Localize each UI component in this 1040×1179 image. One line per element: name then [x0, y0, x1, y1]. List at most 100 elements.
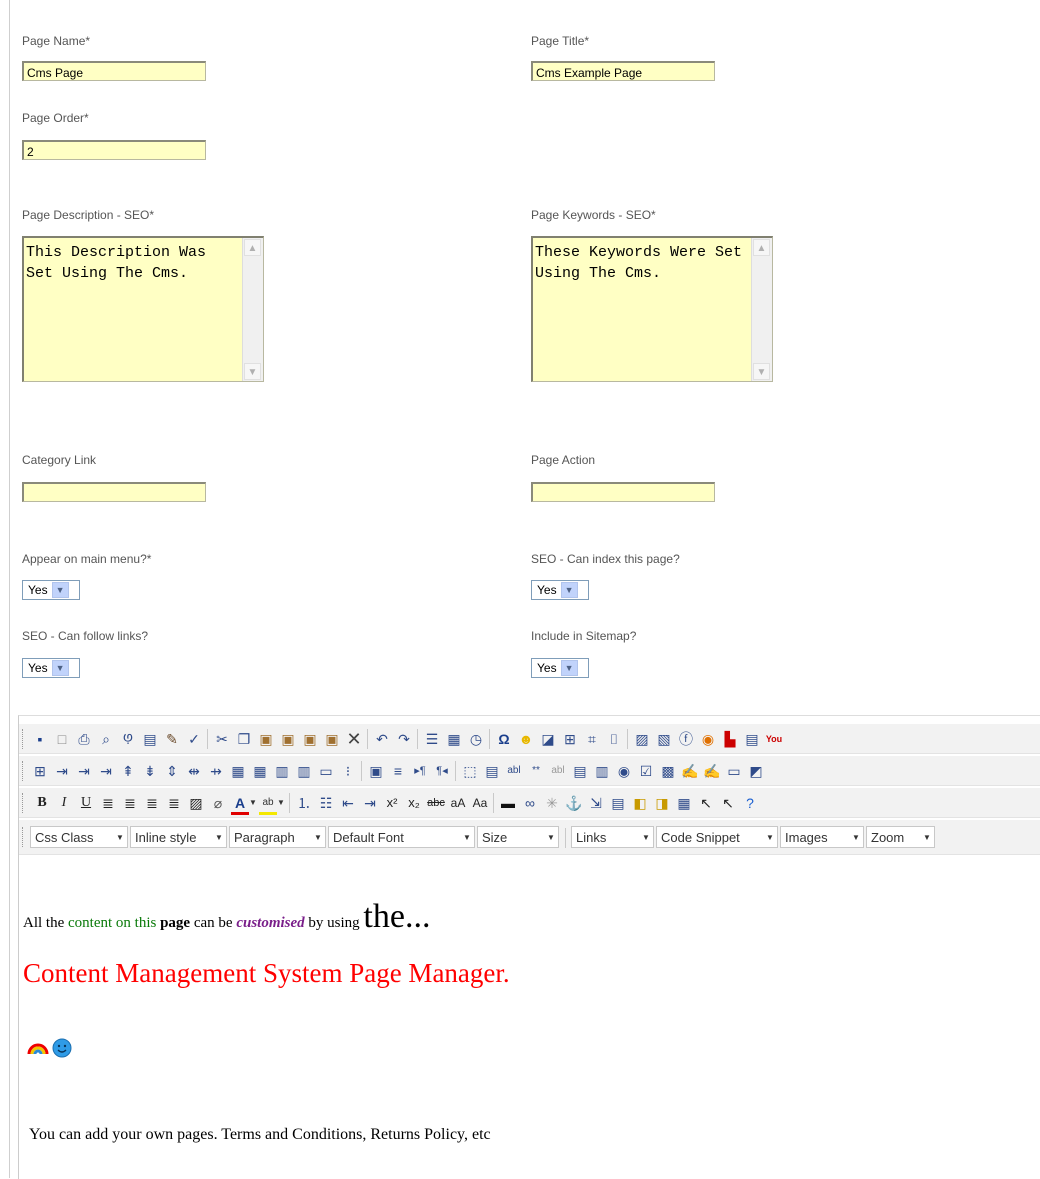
cell-props-icon[interactable]: ▥	[273, 762, 291, 780]
seo-follow-select[interactable]: Yes ▼	[22, 658, 80, 678]
page-order-input[interactable]: 2	[22, 140, 206, 160]
image-icon[interactable]: ▨	[633, 730, 651, 748]
indent-icon[interactable]: ⇥	[361, 794, 379, 812]
cut-icon[interactable]: ✂	[213, 730, 231, 748]
links-dropdown[interactable]: Links ▼	[571, 826, 654, 848]
chevron-down-icon[interactable]: ▼	[277, 794, 285, 812]
description-scrollbar[interactable]: ▲ ▼	[242, 238, 263, 381]
bring-forward-icon[interactable]: ◧	[631, 794, 649, 812]
print-preview-icon[interactable]: ⌕	[97, 730, 115, 748]
size-dropdown[interactable]: Size ▼	[477, 826, 559, 848]
edit-label-icon[interactable]: ✍	[703, 762, 721, 780]
delete-col-icon[interactable]: ⇕	[163, 762, 181, 780]
chevron-down-icon[interactable]: ▼	[51, 582, 69, 598]
hr-icon[interactable]: ▭	[317, 762, 335, 780]
send-back-icon[interactable]: ◨	[653, 794, 671, 812]
page-name-input[interactable]: Cms Page	[22, 61, 206, 81]
insert-row-after-icon[interactable]: ⇥	[75, 762, 93, 780]
undo-icon[interactable]: ↶	[373, 730, 391, 748]
password-icon[interactable]: **	[527, 762, 545, 780]
list-box-icon[interactable]: ▤	[571, 762, 589, 780]
outdent-icon[interactable]: ⇤	[339, 794, 357, 812]
superscript-icon[interactable]: x²	[383, 794, 401, 812]
find-icon[interactable]: ꚩ	[119, 730, 137, 748]
insert-col-before-icon[interactable]: ⇞	[119, 762, 137, 780]
css-class-dropdown[interactable]: Css Class ▼	[30, 826, 128, 848]
pdf-icon[interactable]: ▙	[721, 730, 739, 748]
dropdown-field-icon[interactable]: ▥	[593, 762, 611, 780]
textarea-field-icon[interactable]: ▤	[483, 762, 501, 780]
paragraph-icon[interactable]: ≡	[389, 762, 407, 780]
page-description-textarea[interactable]: This Description Was Set Using The Cms. …	[22, 236, 264, 382]
insert-row-before-icon[interactable]: ⇥	[53, 762, 71, 780]
uppercase-icon[interactable]: aA	[449, 794, 467, 812]
chevron-down-icon[interactable]: ▼	[249, 794, 257, 812]
chevron-down-icon[interactable]: ▼	[51, 660, 69, 676]
split-cells-icon[interactable]: ⇹	[185, 762, 203, 780]
keywords-scrollbar[interactable]: ▲ ▼	[751, 238, 772, 381]
spellcheck-icon[interactable]: ✓	[185, 730, 203, 748]
help-icon[interactable]: ?	[741, 794, 759, 812]
underline-icon[interactable]: U	[77, 794, 95, 812]
image-edit-icon[interactable]: ▧	[655, 730, 673, 748]
merge-cells-icon[interactable]: ⇸	[207, 762, 225, 780]
bold-icon[interactable]: B	[33, 794, 51, 812]
replace-icon[interactable]: ▤	[141, 730, 159, 748]
form-icon[interactable]: ⬚	[461, 762, 479, 780]
flash-icon[interactable]: ⓕ	[677, 730, 695, 748]
chevron-down-icon[interactable]: ▼	[560, 582, 578, 598]
appear-on-menu-select[interactable]: Yes ▼	[22, 580, 80, 600]
media-icon[interactable]: ◉	[699, 730, 717, 748]
numbered-list-icon[interactable]: ⒈	[295, 794, 313, 812]
inline-style-dropdown[interactable]: Inline style ▼	[130, 826, 227, 848]
include-sitemap-select[interactable]: Yes ▼	[531, 658, 589, 678]
format-brush-icon[interactable]: ✎	[163, 730, 181, 748]
template-icon[interactable]: ◪	[539, 730, 557, 748]
pointer-icon[interactable]: ↖	[719, 794, 737, 812]
print-icon[interactable]: ⎙	[75, 730, 93, 748]
textbox-icon[interactable]: abl	[505, 762, 523, 780]
document-icon[interactable]: ▤	[743, 730, 761, 748]
insert-table-icon[interactable]: ⊞	[31, 762, 49, 780]
font-color-icon[interactable]: A	[231, 794, 249, 815]
editor-content-area[interactable]: All the content on this page can be cust…	[19, 858, 1040, 1178]
document-props-icon[interactable]: ▤	[609, 794, 627, 812]
grid-icon[interactable]: ▦	[675, 794, 693, 812]
strikethrough-icon[interactable]: abc	[427, 794, 445, 812]
insert-time-icon[interactable]: ◷	[467, 730, 485, 748]
copy-icon[interactable]: ❐	[235, 730, 253, 748]
category-link-input[interactable]	[22, 482, 206, 502]
hidden-field-icon[interactable]: abl	[549, 762, 567, 780]
align-right-icon[interactable]: ≣	[143, 794, 161, 812]
link-icon[interactable]: ∞	[521, 794, 539, 812]
row-props-icon[interactable]: ▦	[251, 762, 269, 780]
delete-icon[interactable]: ✕	[345, 730, 363, 748]
button-icon[interactable]: ▭	[725, 762, 743, 780]
youtube-icon[interactable]: You	[765, 730, 783, 748]
seo-index-select[interactable]: Yes ▼	[531, 580, 589, 600]
highlight-icon[interactable]: ab	[259, 794, 277, 815]
page-title-input[interactable]: Cms Example Page	[531, 61, 715, 81]
properties-icon[interactable]: ◩	[747, 762, 765, 780]
page-keywords-textarea[interactable]: These Keywords Were Set Using The Cms. ▲…	[531, 236, 773, 382]
remove-format-icon[interactable]: ▨	[187, 794, 205, 812]
checkbox-icon[interactable]: ☑	[637, 762, 655, 780]
paste-text-icon[interactable]: ▣	[279, 730, 297, 748]
scroll-down-icon[interactable]: ▼	[753, 363, 770, 380]
rtl-icon[interactable]: ¶◂	[433, 762, 451, 780]
image-button-icon[interactable]: ▩	[659, 762, 677, 780]
zoom-dropdown[interactable]: Zoom ▼	[866, 826, 935, 848]
vertical-icon[interactable]: ⁝	[339, 762, 357, 780]
scroll-up-icon[interactable]: ▲	[753, 239, 770, 256]
save-icon[interactable]: ▪	[31, 730, 49, 748]
eraser-icon[interactable]: ⌀	[209, 794, 227, 812]
paste-icon[interactable]: ▣	[257, 730, 275, 748]
scroll-down-icon[interactable]: ▼	[244, 363, 261, 380]
insert-date-icon[interactable]: ▦	[445, 730, 463, 748]
unlink-icon[interactable]: ✳	[543, 794, 561, 812]
new-document-icon[interactable]: □	[53, 730, 71, 748]
edit-icon[interactable]: ✍	[681, 762, 699, 780]
anchor-icon[interactable]: ⚓	[565, 794, 583, 812]
xyz-icon[interactable]: ⌷	[605, 730, 623, 748]
special-char-icon[interactable]: Ω	[495, 730, 513, 748]
